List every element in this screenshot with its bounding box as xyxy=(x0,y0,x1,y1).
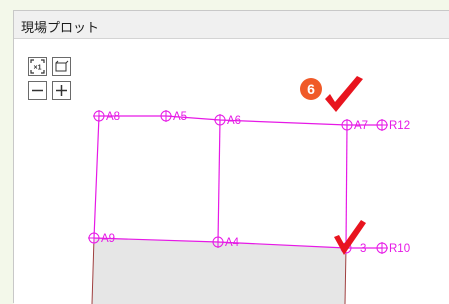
app-background: 現場プロット A8 A5 A6 A7 R12 A9 A4 3 R10 6 ×1 xyxy=(0,0,449,304)
plot-svg[interactable]: A8 A5 A6 A7 R12 A9 A4 3 R10 6 xyxy=(14,39,449,304)
point-label-r12: R12 xyxy=(389,120,410,132)
step-badge: 6 xyxy=(300,78,322,100)
fit-1x-button[interactable]: ×1 xyxy=(28,57,47,76)
check-mark-icon-top xyxy=(325,76,363,112)
zoom-out-button[interactable] xyxy=(28,81,47,100)
plus-icon xyxy=(56,85,67,96)
point-label-a6: A6 xyxy=(227,115,241,127)
point-marker-a7 xyxy=(341,119,353,131)
panel-title: 現場プロット xyxy=(21,21,100,36)
point-marker-a6 xyxy=(214,114,226,126)
select-area-icon xyxy=(55,60,69,72)
point-label-a7: A7 xyxy=(354,120,368,132)
point-label-a4: A4 xyxy=(225,237,240,249)
point-marker-r10 xyxy=(376,242,388,254)
point-label-a9: A9 xyxy=(101,233,115,245)
fit-1x-icon: ×1 xyxy=(30,59,45,74)
point-marker-r12 xyxy=(376,119,388,131)
select-area-button[interactable] xyxy=(52,57,71,76)
point-label-a3: 3 xyxy=(360,243,366,255)
point-label-a5: A5 xyxy=(173,111,187,123)
step-number: 6 xyxy=(307,81,315,97)
site-plot-panel: 現場プロット A8 A5 A6 A7 R12 A9 A4 3 R10 6 ×1 xyxy=(13,10,449,304)
survey-lines xyxy=(93,115,382,249)
plot-canvas[interactable]: A8 A5 A6 A7 R12 A9 A4 3 R10 6 ×1 xyxy=(14,39,449,304)
panel-titlebar: 現場プロット xyxy=(14,11,449,39)
zoom-in-button[interactable] xyxy=(52,81,71,100)
point-label-r10: R10 xyxy=(389,243,410,255)
minus-icon xyxy=(32,89,43,92)
point-markers xyxy=(88,110,388,254)
point-label-a8: A8 xyxy=(106,111,120,123)
point-marker-a8 xyxy=(93,110,105,122)
point-marker-a5 xyxy=(160,110,172,122)
svg-text:×1: ×1 xyxy=(34,65,42,72)
shaded-lot-region xyxy=(92,238,346,304)
